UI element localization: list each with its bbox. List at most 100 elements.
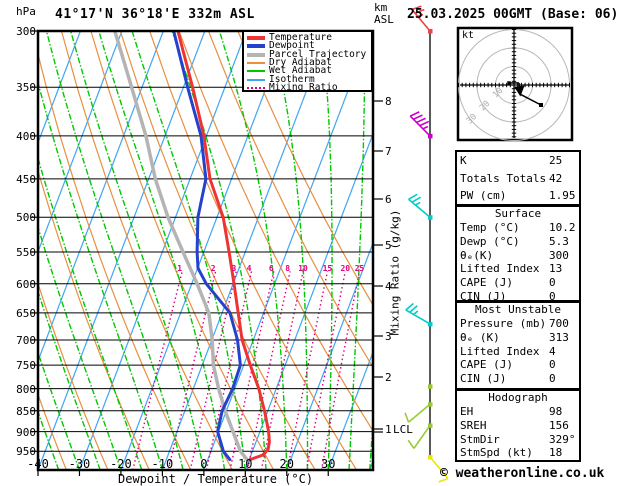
hodograph-unit-label: kt [462, 30, 475, 41]
legend-swatch-parcel-trajectory [247, 52, 265, 57]
copyright-watermark: © weatheronline.co.uk [440, 466, 605, 481]
hodograph-trace-end-dot [539, 102, 544, 107]
mixing-ratio-value-label: 6 [268, 264, 274, 273]
mixing-ratio-value-label: 8 [285, 264, 291, 273]
mixing-ratio-value-label: 2 [210, 264, 216, 273]
panel-row-value: 329° [549, 432, 576, 446]
pressure-tick-label: 700 [16, 333, 36, 347]
dry-adiabat-line [60, 31, 233, 470]
wind-barb-shaft [413, 424, 431, 449]
temp-tick-label: 20 [279, 457, 294, 471]
panel-row: K 25 [457, 152, 579, 170]
km-tick-label: 4 [385, 280, 392, 293]
isotherm-line [161, 31, 330, 470]
wind-barb-full [407, 439, 415, 449]
mixing-ratio-line [286, 271, 329, 470]
panel-most-unstable-title: Most Unstable [474, 303, 562, 316]
legend-swatch-mixing-ratio [247, 86, 265, 89]
panel-row: PW (cm) 1.95 [457, 187, 579, 205]
panel-row-value: 300 [549, 248, 569, 262]
altitude-unit-label: km ASL [374, 2, 394, 26]
panel-row: Lifted Index 4 [457, 345, 579, 359]
panel-row-value: 5.3 [549, 234, 569, 248]
km-tick-label: 1 [385, 423, 392, 436]
panel-hodograph: Hodograph EH 98 SREH 156 StmDir 329° StmSpd (k… [455, 389, 581, 462]
temp-tick-label: 30 [321, 457, 336, 471]
hodograph-trace-arrow-segment [514, 82, 525, 97]
panel-row: SREH 156 [457, 419, 579, 433]
wind-barb [408, 193, 433, 220]
panel-row: Temp (°C) 10.2 [457, 221, 579, 235]
wind-barb-full [404, 412, 410, 423]
pressure-tick-label: 650 [16, 306, 36, 320]
datetime-title: 25.03.2025 00GMT (Base: 06) [407, 7, 619, 22]
pressure-tick-label: 900 [16, 425, 36, 439]
legend-swatch-isotherm [247, 78, 265, 81]
temp-tick-label: -10 [151, 457, 174, 471]
panel-row-value: 700 [549, 317, 569, 330]
pressure-tick-label: 550 [16, 246, 36, 259]
wind-barb [409, 111, 433, 139]
mixing-ratio-value-label: 25 [354, 264, 365, 273]
panel-row: StmDir 329° [457, 433, 579, 447]
panel-row: Dewp (°C) 5.3 [457, 235, 579, 249]
panel-row-label: CIN (J) [460, 372, 507, 386]
altitude-unit-asl: ASL [374, 13, 394, 26]
km-tick-label: 2 [385, 371, 392, 384]
km-tick-label: 5 [385, 239, 392, 252]
wet-adiabat-line [321, 31, 333, 470]
mixing-ratio-value-label: 1 [177, 264, 183, 273]
mixing-ratio-value-label: 3 [231, 264, 237, 273]
wet-adiabat-line [271, 31, 309, 470]
pressure-tick-label: 850 [16, 404, 36, 418]
mixing-ratio-value-label: 15 [322, 264, 333, 273]
panel-row-value: 18 [549, 446, 563, 460]
panel-row: θₑ (K) 313 [457, 331, 579, 345]
wind-barb-half [413, 310, 419, 316]
mixing-ratio-value-label: 10 [298, 264, 308, 273]
wind-barb-full [411, 196, 422, 203]
pressure-tick-label: 500 [16, 211, 36, 225]
km-tick-label: 8 [385, 95, 392, 108]
panel-row-label: CAPE (J) [460, 276, 513, 290]
pressure-tick-label: 350 [16, 81, 36, 95]
mixing-ratio-value-label: 20 [340, 264, 351, 273]
panel-row-value: 10.2 [549, 221, 576, 234]
wind-barb-full [409, 111, 420, 117]
x-axis-label: Dewpoint / Temperature (°C) [118, 472, 314, 486]
temp-tick-label: -40 [27, 457, 49, 471]
pressure-tick-label: 750 [16, 359, 36, 373]
panel-row: Totals Totals 42 [457, 170, 579, 188]
temp-tick-label: 10 [238, 457, 253, 471]
pressure-tick-label: 450 [16, 172, 36, 186]
panel-row: Lifted Index 13 [457, 262, 579, 276]
wind-barb-half [422, 125, 429, 130]
panel-row-value: 98 [549, 405, 563, 418]
panel-row-value: 0 [549, 276, 556, 290]
wind-barb-half [415, 201, 421, 206]
panel-row: StmSpd (kt) 18 [457, 446, 579, 460]
wind-barb [404, 402, 433, 423]
panel-row: CAPE (J) 0 [457, 358, 579, 372]
panel-row-value: 4 [549, 344, 556, 358]
panel-row-value: 42 [549, 171, 563, 185]
km-tick-label: 6 [385, 193, 392, 206]
legend-swatch-dry-adiabat [247, 62, 265, 65]
panel-row-value: 25 [549, 154, 563, 167]
wet-adiabat-line [98, 31, 226, 470]
mixing-ratio-line [167, 271, 217, 470]
panel-row-label: CAPE (J) [460, 358, 513, 372]
pressure-tick-label: 300 [16, 25, 36, 38]
pressure-tick-label: 800 [16, 382, 36, 396]
km-tick-label: 3 [385, 330, 392, 343]
panel-surface: Surface Temp (°C) 10.2 Dewp (°C) 5.3 θₑ(K) 30… [455, 205, 581, 303]
panel-row-value: 13 [549, 262, 563, 276]
lcl-label: LCL [393, 423, 413, 436]
dry-adiabat-line [178, 31, 373, 433]
km-tick-label: 7 [385, 145, 392, 158]
legend-swatch-wet-adiabat [247, 70, 265, 73]
temperature-curve [176, 31, 271, 462]
panel-row-label: Lifted Index [460, 344, 540, 358]
panel-hodograph-title: Hodograph [488, 391, 548, 404]
skewt-sounding-app: 10 20 30 hPa 41°17'N 36°18'E 332m ASL km A… [0, 0, 629, 486]
